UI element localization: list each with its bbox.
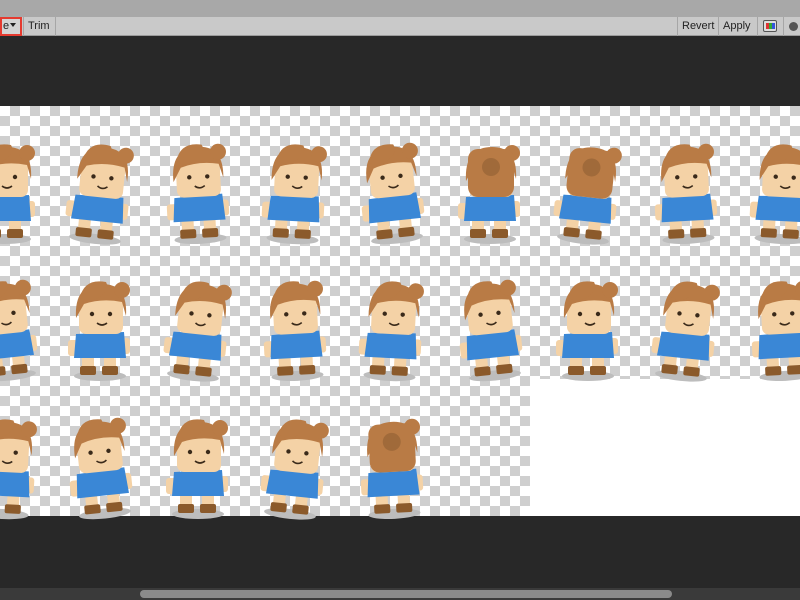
apply-button[interactable]: Apply <box>719 17 755 36</box>
sprite-frame[interactable] <box>538 121 634 251</box>
sprite-frame[interactable] <box>245 121 341 251</box>
sprite-frame[interactable] <box>0 396 51 526</box>
sprite-sheet-empty-area <box>530 379 800 516</box>
sprite-frame[interactable] <box>245 396 341 526</box>
sprite-frame[interactable] <box>50 121 146 251</box>
sprite-editor-toolbar: e Trim Revert Apply <box>0 17 800 36</box>
window-top-strip <box>0 0 800 17</box>
trim-button[interactable]: Trim <box>24 17 54 36</box>
sprite-frame[interactable] <box>0 121 51 251</box>
sprite-frame[interactable] <box>636 121 732 251</box>
sprite-frame[interactable] <box>733 121 800 251</box>
horizontal-scrollbar[interactable] <box>0 588 800 600</box>
sprite-sheet-texture[interactable] <box>0 106 800 520</box>
mode-dropdown-label: e <box>3 20 10 32</box>
chevron-down-icon <box>10 23 17 28</box>
sprite-frame[interactable] <box>733 258 800 388</box>
sprite-frame[interactable] <box>342 121 438 251</box>
sprite-frame[interactable] <box>148 258 244 388</box>
sprite-frame[interactable] <box>148 396 244 526</box>
sprite-frame[interactable] <box>440 121 536 251</box>
rgb-channels-icon[interactable] <box>763 20 777 32</box>
sprite-frame[interactable] <box>50 396 146 526</box>
sprite-frame[interactable] <box>245 258 341 388</box>
sprite-frame[interactable] <box>148 121 244 251</box>
sprite-frame[interactable] <box>342 258 438 388</box>
sprite-frame[interactable] <box>538 258 634 388</box>
sprite-frame[interactable] <box>50 258 146 388</box>
sprite-editor-window: e Trim Revert Apply <box>0 0 800 600</box>
toolbar-divider <box>55 17 56 36</box>
revert-button[interactable]: Revert <box>678 17 718 36</box>
sprite-frame[interactable] <box>342 396 438 526</box>
toolbar-divider <box>757 17 758 36</box>
alpha-dot-icon[interactable] <box>789 22 798 31</box>
sprite-frame[interactable] <box>0 258 51 388</box>
sprite-frame[interactable] <box>440 258 536 388</box>
sprite-frame[interactable] <box>636 258 732 388</box>
scrollbar-thumb[interactable] <box>140 590 672 598</box>
mode-dropdown[interactable]: e <box>0 17 22 36</box>
toolbar-divider <box>783 17 784 36</box>
sprite-canvas[interactable] <box>0 37 800 588</box>
